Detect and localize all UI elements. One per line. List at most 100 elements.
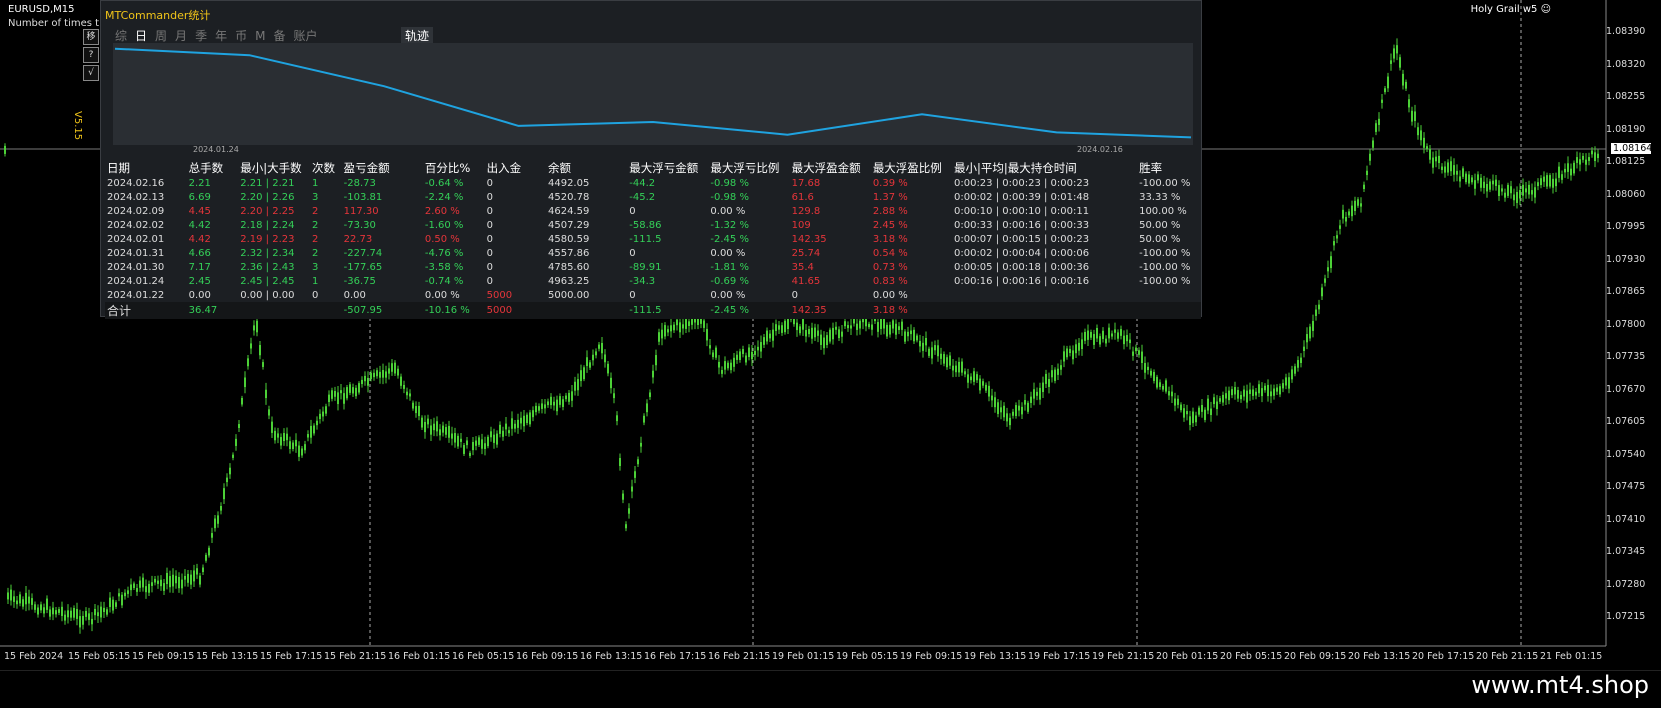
table-cell: 0.00 % <box>872 289 908 301</box>
site-watermark: www.mt4.shop <box>1471 671 1649 699</box>
version-label: V5.15 <box>72 111 83 141</box>
time-tick: 19 Feb 13:15 <box>964 651 1027 662</box>
summary-cell <box>1137 302 1201 319</box>
price-tick: 1.07215 <box>1606 611 1646 622</box>
col-header: 最大浮盈金额 <box>791 160 861 175</box>
price-tick: 1.07735 <box>1606 351 1646 362</box>
table-cell: 2.21 <box>188 177 211 189</box>
time-tick: 20 Feb 17:15 <box>1412 651 1475 662</box>
col-header: 最大浮盈比例 <box>872 160 942 175</box>
table-cell: 0:00:23 | 0:00:23 | 0:00:23 <box>953 177 1090 189</box>
table-cell: 41.65 <box>791 275 821 287</box>
table-cell: 0 <box>486 247 493 259</box>
table-cell: -0.69 % <box>710 275 749 287</box>
table-cell: -3.58 % <box>424 261 464 273</box>
table-cell: -45.2 <box>629 191 656 203</box>
tab-0[interactable]: 综 <box>115 29 127 43</box>
price-tick: 1.08060 <box>1606 188 1646 200</box>
summary-cell: 142.35 <box>791 305 827 316</box>
table-cell: -0.98 % <box>710 177 749 189</box>
summary-cell: -507.95 <box>343 305 383 316</box>
table-cell: 0:00:07 | 0:00:15 | 0:00:23 <box>953 233 1090 245</box>
table-cell: 2024.01.24 <box>107 275 165 287</box>
move-button[interactable]: 移 <box>83 29 99 45</box>
table-cell: -28.73 <box>343 177 376 189</box>
summary-cell: 3.18 % <box>872 305 908 316</box>
table-cell: -73.30 <box>343 219 376 231</box>
table-cell: 2 <box>311 219 319 231</box>
table-cell: 0 <box>311 289 319 301</box>
table-cell: 0 <box>486 205 493 217</box>
table-cell: 2.45 % <box>872 219 908 231</box>
table-cell: 0.00 % <box>710 247 746 259</box>
tab-2[interactable]: 周 <box>155 29 167 43</box>
table-cell: -4.76 % <box>424 247 464 259</box>
table-cell: -2.45 % <box>710 233 749 245</box>
table-cell: 5000.00 <box>547 289 590 301</box>
table-cell: 2.18 | 2.24 <box>240 219 295 231</box>
tab-3[interactable]: 月 <box>175 29 187 43</box>
price-tick: 1.08320 <box>1606 58 1646 70</box>
confirm-button[interactable]: √ <box>83 65 99 81</box>
table-cell: 4785.60 <box>547 261 590 273</box>
tab-track[interactable]: 轨迹 <box>401 27 434 44</box>
balance-curve-line <box>114 47 1192 139</box>
time-tick: 19 Feb 09:15 <box>900 651 963 662</box>
table-cell <box>952 288 1137 302</box>
tab-5[interactable]: 年 <box>215 29 227 43</box>
table-cell: 2.20 | 2.25 <box>240 205 295 217</box>
stats-panel: MTCommander统计 移 ? √ V5.15 综日周月季年币 M 备账户 轨迹… <box>72 0 1202 319</box>
time-tick: 20 Feb 09:15 <box>1284 651 1347 662</box>
time-tick: 16 Feb 13:15 <box>580 651 643 662</box>
table-cell: 3.18 % <box>872 233 908 245</box>
chart-symbol-title: EURUSD,M15 <box>8 4 75 15</box>
summary-row: 合计 36.47 -507.95 -10.16 % 5000 -111.5 -2.45 % 1… <box>105 302 1201 319</box>
time-tick: 20 Feb 13:15 <box>1348 651 1411 662</box>
price-tick: 1.07800 <box>1606 318 1646 330</box>
time-tick: 15 Feb 09:15 <box>132 651 195 662</box>
table-cell: 1 <box>311 177 319 189</box>
col-header: 出入金 <box>486 160 522 175</box>
price-tick: 1.07865 <box>1606 286 1646 297</box>
price-tick: 1.07540 <box>1606 448 1646 460</box>
tab-7[interactable]: M <box>255 29 265 43</box>
table-cell: 0:00:02 | 0:00:04 | 0:00:06 <box>953 247 1090 259</box>
tab-1[interactable]: 日 <box>135 29 147 43</box>
table-cell: 2024.02.09 <box>107 205 165 217</box>
tab-4[interactable]: 季 <box>195 29 207 43</box>
summary-cell <box>310 302 342 319</box>
summary-cell: -111.5 <box>629 305 662 316</box>
tab-9[interactable]: 账户 <box>293 29 317 43</box>
time-tick: 20 Feb 21:15 <box>1476 651 1539 662</box>
price-tick: 1.08125 <box>1606 156 1646 167</box>
table-cell: -0.98 % <box>710 191 749 203</box>
table-cell: 0.00 <box>188 289 211 301</box>
tab-6[interactable]: 币 <box>235 29 247 43</box>
price-tick: 1.07345 <box>1606 546 1646 557</box>
time-tick: 15 Feb 05:15 <box>68 651 131 662</box>
curve-end-date: 2024.02.16 <box>1077 145 1123 154</box>
table-cell: -103.81 <box>343 191 383 203</box>
table-cell: -1.60 % <box>424 219 464 231</box>
table-cell: 0 <box>629 289 636 301</box>
table-cell: 2 <box>311 233 319 245</box>
help-button[interactable]: ? <box>83 47 99 63</box>
time-tick: 15 Feb 21:15 <box>324 651 387 662</box>
table-cell: 4.42 <box>188 219 211 231</box>
price-tick: 1.08190 <box>1606 123 1646 135</box>
table-cell: -1.81 % <box>710 261 749 273</box>
table-cell: 0.83 % <box>872 275 908 287</box>
time-tick: 21 Feb 01:15 <box>1540 651 1603 662</box>
table-cell: 2 <box>311 205 319 217</box>
table-cell: 0 <box>486 233 493 245</box>
table-cell: 1 <box>311 275 319 287</box>
time-tick: 16 Feb 21:15 <box>708 651 771 662</box>
col-header: 总手数 <box>188 160 224 175</box>
table-cell: 0:00:05 | 0:00:18 | 0:00:36 <box>953 261 1090 273</box>
tab-8[interactable]: 备 <box>273 29 285 43</box>
price-tick: 1.07670 <box>1606 383 1646 395</box>
table-cell: 2024.02.16 <box>107 177 165 189</box>
table-cell: 0.54 % <box>872 247 908 259</box>
ea-name-label: Holy Grail w5 ☺ <box>1470 4 1551 15</box>
table-cell: 0.00 % <box>710 205 746 217</box>
